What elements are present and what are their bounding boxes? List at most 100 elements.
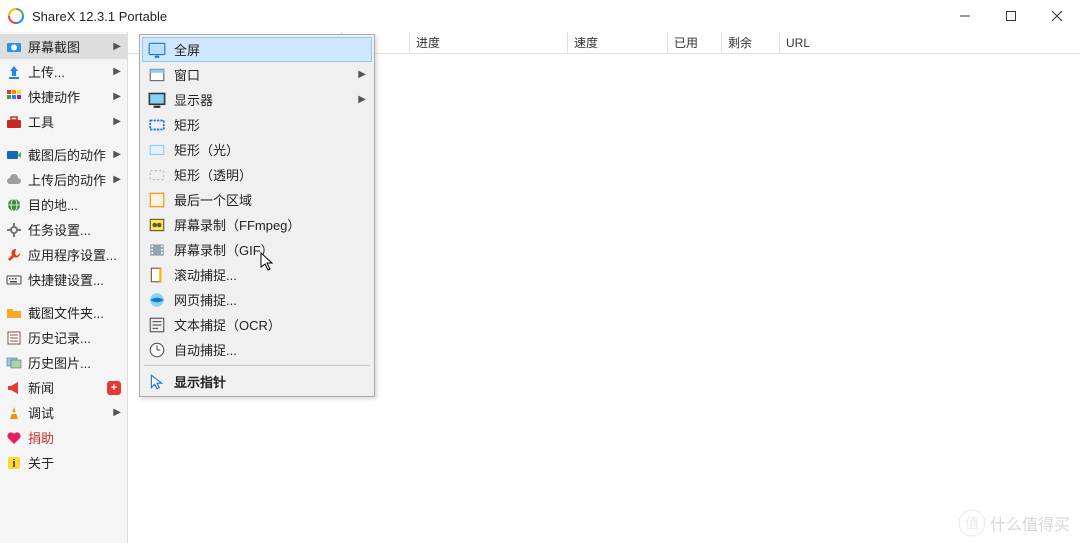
submenu-item-4[interactable]: 矩形（光）	[142, 137, 372, 162]
sidebar-item-17[interactable]: 捐助	[0, 425, 127, 450]
submenu-item-11[interactable]: 文本捕捉（OCR）	[142, 312, 372, 337]
submenu-item-2[interactable]: 显示器▶	[142, 87, 372, 112]
film-icon	[148, 216, 166, 234]
titlebar: ShareX 12.3.1 Portable	[0, 0, 1080, 32]
submenu-item-3[interactable]: 矩形	[142, 112, 372, 137]
clock-icon	[148, 341, 166, 359]
sidebar-item-6[interactable]: 上传后的动作 ▶	[0, 167, 127, 192]
sidebar-item-2[interactable]: 快捷动作 ▶	[0, 84, 127, 109]
info-icon: i	[6, 455, 22, 471]
gear-icon	[6, 222, 22, 238]
region-icon	[148, 191, 166, 209]
submenu-item-label: 矩形（透明）	[174, 165, 366, 184]
sidebar-item-label: 历史记录...	[28, 328, 121, 347]
sidebar-item-label: 历史图片...	[28, 353, 121, 372]
chevron-right-icon: ▶	[113, 66, 121, 77]
rect-trans-icon	[148, 166, 166, 184]
submenu-item-label: 最后一个区域	[174, 190, 366, 209]
sidebar-item-label: 目的地...	[28, 195, 121, 214]
sidebar-item-label: 上传...	[28, 62, 109, 81]
submenu-item-label: 屏幕录制（FFmpeg）	[174, 215, 366, 234]
screen-icon	[148, 41, 166, 59]
column-header[interactable]: 剩余	[722, 32, 780, 53]
upload-icon	[6, 64, 22, 80]
keyboard-icon	[6, 272, 22, 288]
news-badge: +	[107, 381, 121, 395]
submenu-item-label: 自动捕捉...	[174, 340, 366, 359]
column-header[interactable]: 已用	[668, 32, 722, 53]
sidebar-item-label: 截图后的动作	[28, 145, 109, 164]
submenu-item-7[interactable]: 屏幕录制（FFmpeg）	[142, 212, 372, 237]
sidebar-item-label: 新闻	[28, 378, 103, 397]
chevron-right-icon: ▶	[113, 41, 121, 52]
grid-icon	[6, 89, 22, 105]
chevron-right-icon: ▶	[358, 69, 366, 80]
sidebar-item-12[interactable]: 截图文件夹...	[0, 300, 127, 325]
minimize-button[interactable]	[942, 0, 988, 32]
cone-icon	[6, 405, 22, 421]
column-header[interactable]: 速度	[568, 32, 668, 53]
chevron-right-icon: ▶	[358, 94, 366, 105]
sidebar-item-18[interactable]: i 关于	[0, 450, 127, 475]
sidebar-item-label: 任务设置...	[28, 220, 121, 239]
submenu-item-6[interactable]: 最后一个区域	[142, 187, 372, 212]
maximize-button[interactable]	[988, 0, 1034, 32]
sidebar-item-1[interactable]: 上传... ▶	[0, 59, 127, 84]
sidebar-item-3[interactable]: 工具▶	[0, 109, 127, 134]
sidebar: 屏幕截图▶上传...▶快捷动作▶工具▶截图后的动作▶上传后的动作▶目的地...任…	[0, 32, 128, 543]
cloud-icon	[6, 172, 22, 188]
text-icon	[148, 316, 166, 334]
toolbox-icon	[6, 114, 22, 130]
chevron-right-icon: ▶	[113, 91, 121, 102]
submenu-item-label: 显示器	[174, 90, 358, 109]
column-header[interactable]: URL	[780, 32, 1080, 53]
sidebar-item-5[interactable]: 截图后的动作▶	[0, 142, 127, 167]
folder-icon	[6, 305, 22, 321]
submenu-item-10[interactable]: 网页捕捉...	[142, 287, 372, 312]
submenu-item-8[interactable]: 屏幕录制（GIF）	[142, 237, 372, 262]
sidebar-item-label: 快捷键设置...	[28, 270, 121, 289]
submenu-item-14[interactable]: 显示指针	[142, 369, 372, 394]
camera-go-icon	[6, 147, 22, 163]
images-icon	[6, 355, 22, 371]
sidebar-item-13[interactable]: 历史记录...	[0, 325, 127, 350]
submenu-item-9[interactable]: 滚动捕捉...	[142, 262, 372, 287]
sidebar-item-9[interactable]: 应用程序设置...	[0, 242, 127, 267]
submenu-item-5[interactable]: 矩形（透明）	[142, 162, 372, 187]
heart-icon	[6, 430, 22, 446]
sharex-logo-icon	[8, 8, 24, 24]
submenu-item-label: 矩形	[174, 115, 366, 134]
sidebar-item-0[interactable]: 屏幕截图▶	[0, 34, 127, 59]
submenu-item-label: 滚动捕捉...	[174, 265, 366, 284]
watermark: 值 什么值得买	[958, 509, 1070, 537]
submenu-item-label: 显示指针	[174, 372, 366, 391]
submenu-item-label: 全屏	[174, 40, 366, 59]
svg-text:值: 值	[965, 515, 979, 531]
history-icon	[6, 330, 22, 346]
sidebar-item-7[interactable]: 目的地...	[0, 192, 127, 217]
chevron-right-icon: ▶	[113, 174, 121, 185]
column-header[interactable]: 进度	[410, 32, 568, 53]
rect-icon	[148, 116, 166, 134]
sidebar-item-8[interactable]: 任务设置...	[0, 217, 127, 242]
sidebar-item-label: 截图文件夹...	[28, 303, 121, 322]
sidebar-item-10[interactable]: 快捷键设置...	[0, 267, 127, 292]
sidebar-item-16[interactable]: 调试▶	[0, 400, 127, 425]
sidebar-item-15[interactable]: 新闻 +	[0, 375, 127, 400]
web-icon	[148, 291, 166, 309]
window-title: ShareX 12.3.1 Portable	[32, 9, 942, 24]
sidebar-item-label: 上传后的动作	[28, 170, 109, 189]
rect-light-icon	[148, 141, 166, 159]
megaphone-icon	[6, 380, 22, 396]
globe-icon	[6, 197, 22, 213]
submenu-item-label: 矩形（光）	[174, 140, 366, 159]
watermark-icon: 值	[958, 509, 986, 537]
sidebar-item-14[interactable]: 历史图片...	[0, 350, 127, 375]
submenu-item-0[interactable]: 全屏	[142, 37, 372, 62]
submenu-item-12[interactable]: 自动捕捉...	[142, 337, 372, 362]
sidebar-item-label: 关于	[28, 453, 121, 472]
submenu-item-1[interactable]: 窗口▶	[142, 62, 372, 87]
close-button[interactable]	[1034, 0, 1080, 32]
sidebar-item-label: 快捷动作	[28, 87, 109, 106]
filmstrip-icon	[148, 241, 166, 259]
